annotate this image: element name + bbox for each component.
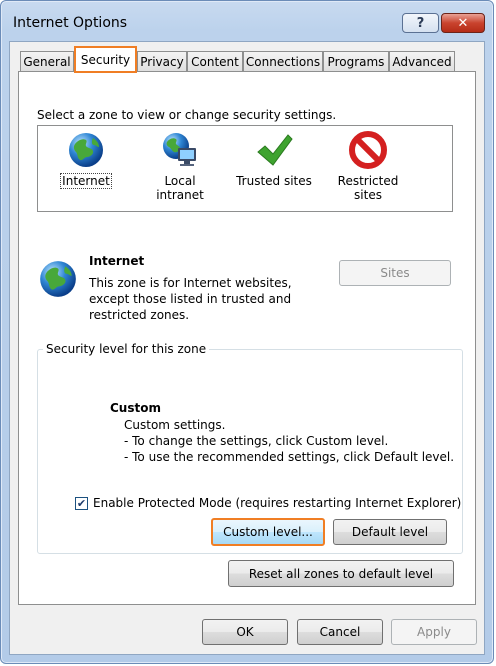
zone-local-intranet[interactable]: Local intranet — [140, 130, 220, 202]
zone-internet[interactable]: Internet — [52, 130, 120, 189]
custom-level-button[interactable]: Custom level... — [211, 518, 325, 546]
tab-advanced[interactable]: Advanced — [389, 51, 455, 71]
dialog-body: General Security Privacy Content Connect… — [9, 41, 485, 655]
zone-local-intranet-label: Local intranet — [156, 174, 204, 202]
tab-programs[interactable]: Programs — [323, 51, 389, 71]
globe-icon — [66, 130, 106, 170]
security-level-line2: - To change the settings, click Custom l… — [124, 434, 389, 448]
protected-mode-checkbox[interactable]: ✔ — [75, 497, 88, 510]
zone-trusted-sites[interactable]: Trusted sites — [234, 130, 314, 188]
default-level-button[interactable]: Default level — [333, 519, 447, 545]
sites-button[interactable]: Sites — [339, 260, 451, 286]
security-level-name: Custom — [110, 401, 161, 415]
tab-general[interactable]: General — [20, 51, 74, 71]
zone-detail-name: Internet — [89, 254, 145, 268]
cancel-button[interactable]: Cancel — [297, 619, 383, 645]
protected-mode-label: Enable Protected Mode (requires restarti… — [93, 496, 462, 510]
zone-detail-desc-line2: except those listed in trusted and — [89, 292, 292, 306]
zone-list: Internet Local intranet Trusted sites Re… — [37, 125, 453, 212]
tab-content[interactable]: Content — [187, 51, 243, 71]
zone-internet-label: Internet — [60, 173, 112, 189]
security-tab-panel: Select a zone to view or change security… — [18, 71, 476, 605]
close-button[interactable]: ✕ — [441, 13, 485, 33]
checkmark-icon — [254, 130, 294, 170]
checkmark-icon: ✔ — [76, 497, 87, 510]
zone-trusted-sites-label: Trusted sites — [236, 174, 312, 188]
security-level-line3: - To use the recommended settings, click… — [124, 450, 455, 464]
internet-options-window: Internet Options ? ✕ General Security Pr… — [0, 0, 494, 664]
security-level-line1: Custom settings. — [124, 418, 226, 432]
zone-detail-desc-line3: restricted zones. — [89, 308, 190, 322]
zone-prompt: Select a zone to view or change security… — [37, 108, 337, 122]
tab-privacy[interactable]: Privacy — [137, 51, 187, 71]
zone-restricted-sites-label: Restricted sites — [337, 174, 399, 202]
no-entry-icon — [348, 130, 388, 170]
ok-button[interactable]: OK — [202, 619, 288, 645]
reset-all-zones-button[interactable]: Reset all zones to default level — [228, 560, 454, 587]
help-button[interactable]: ? — [402, 13, 439, 33]
intranet-icon — [160, 130, 200, 170]
security-level-legend: Security level for this zone — [43, 342, 210, 356]
tab-connections[interactable]: Connections — [243, 51, 323, 71]
tab-security[interactable]: Security — [74, 46, 137, 73]
zone-detail-desc-line1: This zone is for Internet websites, — [89, 276, 292, 290]
zone-restricted-sites[interactable]: Restricted sites — [322, 130, 414, 202]
zone-detail-globe-icon — [37, 258, 79, 300]
apply-button[interactable]: Apply — [391, 619, 477, 645]
window-title: Internet Options — [13, 15, 128, 31]
